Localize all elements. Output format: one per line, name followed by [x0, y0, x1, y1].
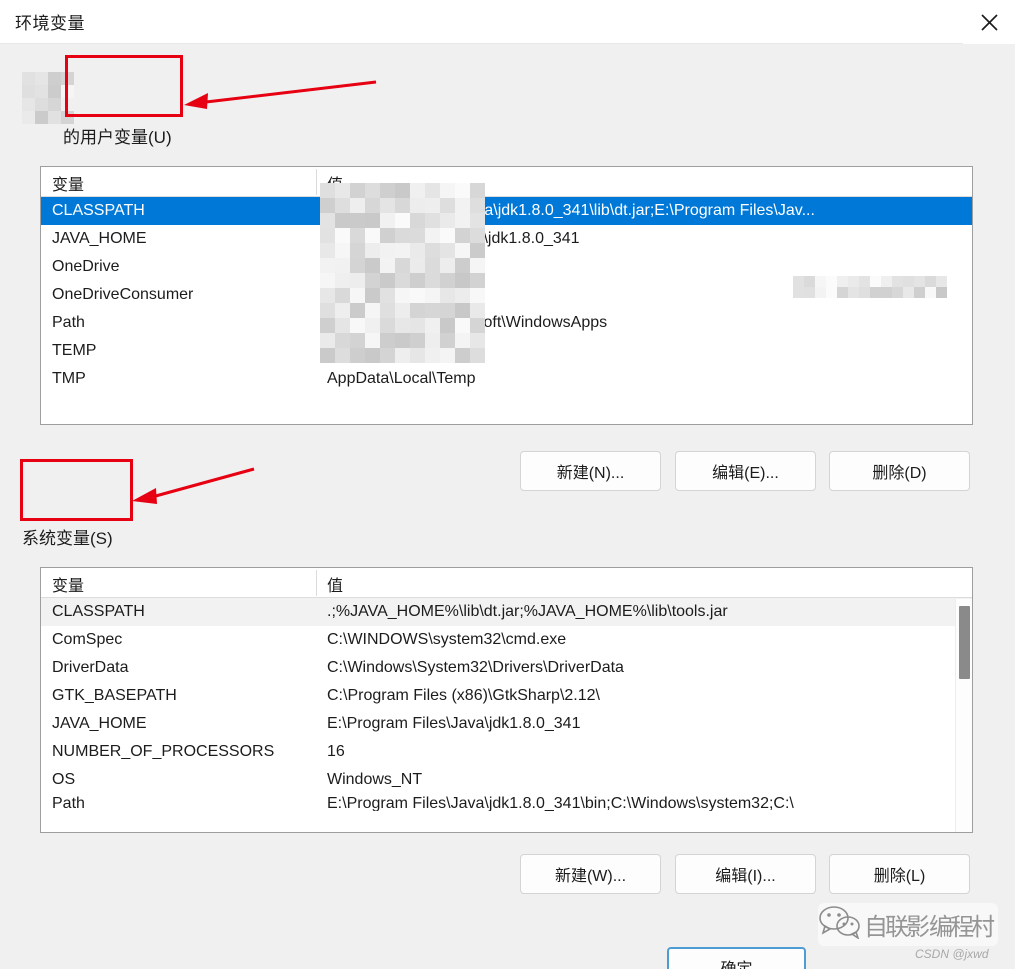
- variable-value-cell: .;E:\Program Files\Java\jdk1.8.0_341\lib…: [327, 202, 815, 219]
- variable-value-cell: OneDrive: [327, 286, 395, 303]
- variable-name-cell: Path: [52, 795, 85, 811]
- table-row[interactable]: NUMBER_OF_PROCESSORS 16: [41, 738, 972, 766]
- variable-name-cell: JAVA_HOME: [52, 230, 147, 247]
- column-header-variable[interactable]: 变量: [52, 572, 84, 596]
- variable-value-cell: F:\Program Files\Java\jdk1.8.0_341: [327, 230, 580, 247]
- column-divider[interactable]: [316, 169, 317, 195]
- variable-value-cell: AppData\Local\Temp: [327, 370, 476, 387]
- variable-name-cell: Path: [52, 314, 85, 331]
- user-table-header: 变量 值: [41, 167, 972, 197]
- table-row[interactable]: OneDriveConsumer OneDrive: [41, 281, 972, 309]
- variable-value-cell: E:\Program Files\Java\jdk1.8.0_341: [327, 715, 581, 732]
- system-variables-rows: CLASSPATH .;%JAVA_HOME%\lib\dt.jar;%JAVA_…: [41, 598, 972, 811]
- close-button[interactable]: [963, 0, 1015, 44]
- variable-value-cell: AppData\Local\Temp: [327, 342, 476, 359]
- scrollbar-thumb[interactable]: [959, 606, 970, 679]
- column-header-value[interactable]: 值: [327, 171, 343, 195]
- system-table-header: 变量 值: [41, 568, 972, 598]
- table-row[interactable]: OS Windows_NT: [41, 766, 972, 794]
- user-edit-button[interactable]: 编辑(E)...: [675, 451, 816, 491]
- table-row[interactable]: JAVA_HOME E:\Program Files\Java\jdk1.8.0_…: [41, 710, 972, 738]
- environment-variables-dialog: 环境变量 的用户变量(U) 变量 值 CLASSPATH .;E:\Program…: [0, 0, 1015, 969]
- variable-name-cell: OS: [52, 771, 76, 788]
- variable-name-cell: TEMP: [52, 342, 97, 359]
- variable-name-cell: GTK_BASEPATH: [52, 687, 177, 704]
- variable-value-cell: 16: [327, 743, 345, 760]
- dialog-content: 的用户变量(U) 变量 值 CLASSPATH .;E:\Program File…: [0, 44, 1015, 969]
- system-variables-listbox[interactable]: 变量 值 CLASSPATH .;%JAVA_HOME%\lib\dt.jar;%…: [40, 567, 973, 833]
- wechat-icon: [818, 905, 862, 944]
- variable-value-cell: C:\WINDOWS\system32\cmd.exe: [327, 631, 567, 648]
- variable-value-cell: C:\Program Files (x86)\GtkSharp\2.12\: [327, 687, 600, 704]
- page-title: 环境变量: [15, 14, 85, 33]
- variable-name-cell: DriverData: [52, 659, 129, 676]
- column-header-variable[interactable]: 变量: [52, 171, 84, 195]
- table-row[interactable]: Path E:\Program Files\Java\jdk1.8.0_341\b…: [41, 794, 972, 811]
- watermark-text-primary: 自联影: [864, 914, 930, 941]
- table-row[interactable]: OneDrive OneDrive: [41, 253, 972, 281]
- variable-value-cell: OneDrive: [327, 258, 395, 275]
- variable-value-cell: .;%JAVA_HOME%\lib\dt.jar;%JAVA_HOME%\lib…: [327, 603, 728, 620]
- title-bar: 环境变量: [0, 0, 1015, 44]
- csdn-credit: CSDN @jxwd: [915, 947, 989, 961]
- table-row[interactable]: TEMP AppData\Local\Temp: [41, 337, 972, 365]
- variable-name-cell: TMP: [52, 370, 86, 387]
- variable-value-cell: E:\Program Files\Java\jdk1.8.0_341\bin;C…: [327, 795, 794, 811]
- system-variables-label: 系统变量(S): [22, 529, 113, 548]
- table-row[interactable]: CLASSPATH .;%JAVA_HOME%\lib\dt.jar;%JAVA_…: [41, 598, 972, 626]
- table-row[interactable]: CLASSPATH .;E:\Program Files\Java\jdk1.8.…: [41, 197, 972, 225]
- variable-name-cell: ComSpec: [52, 631, 123, 648]
- system-list-scrollbar[interactable]: [955, 599, 972, 832]
- table-row[interactable]: TMP AppData\Local\Temp: [41, 365, 972, 393]
- variable-name-cell: NUMBER_OF_PROCESSORS: [52, 743, 275, 760]
- table-row[interactable]: JAVA_HOME F:\Program Files\Java\jdk1.8.0_…: [41, 225, 972, 253]
- column-header-value[interactable]: 值: [327, 572, 343, 596]
- variable-value-cell: AppData\Local\Microsoft\WindowsApps: [327, 314, 608, 331]
- watermark-text-secondary: 编程村: [929, 914, 995, 941]
- variable-name-cell: OneDriveConsumer: [52, 286, 194, 303]
- user-variables-rows: CLASSPATH .;E:\Program Files\Java\jdk1.8.…: [41, 197, 972, 393]
- variable-name-cell: CLASSPATH: [52, 202, 145, 219]
- variable-name-cell: OneDrive: [52, 258, 120, 275]
- table-row[interactable]: GTK_BASEPATH C:\Program Files (x86)\GtkSh…: [41, 682, 972, 710]
- watermark-badge: 自联影 编程村: [818, 903, 998, 946]
- table-row[interactable]: DriverData C:\Windows\System32\Drivers\Dr…: [41, 654, 972, 682]
- column-divider[interactable]: [316, 570, 317, 596]
- variable-value-cell: Windows_NT: [327, 771, 423, 788]
- user-variables-label: 的用户变量(U): [63, 128, 172, 147]
- system-new-button[interactable]: 新建(W)...: [520, 854, 661, 894]
- user-variables-listbox[interactable]: 变量 值 CLASSPATH .;E:\Program Files\Java\jd…: [40, 166, 973, 425]
- variable-value-cell: C:\Windows\System32\Drivers\DriverData: [327, 659, 624, 676]
- table-row[interactable]: Path AppData\Local\Microsoft\WindowsApps: [41, 309, 972, 337]
- ok-button[interactable]: 确定: [667, 947, 806, 969]
- system-edit-button[interactable]: 编辑(I)...: [675, 854, 816, 894]
- table-row[interactable]: ComSpec C:\WINDOWS\system32\cmd.exe: [41, 626, 972, 654]
- user-delete-button[interactable]: 删除(D): [829, 451, 970, 491]
- system-delete-button[interactable]: 删除(L): [829, 854, 970, 894]
- variable-name-cell: JAVA_HOME: [52, 715, 147, 732]
- close-icon: [980, 13, 999, 32]
- variable-name-cell: CLASSPATH: [52, 603, 145, 620]
- user-new-button[interactable]: 新建(N)...: [520, 451, 661, 491]
